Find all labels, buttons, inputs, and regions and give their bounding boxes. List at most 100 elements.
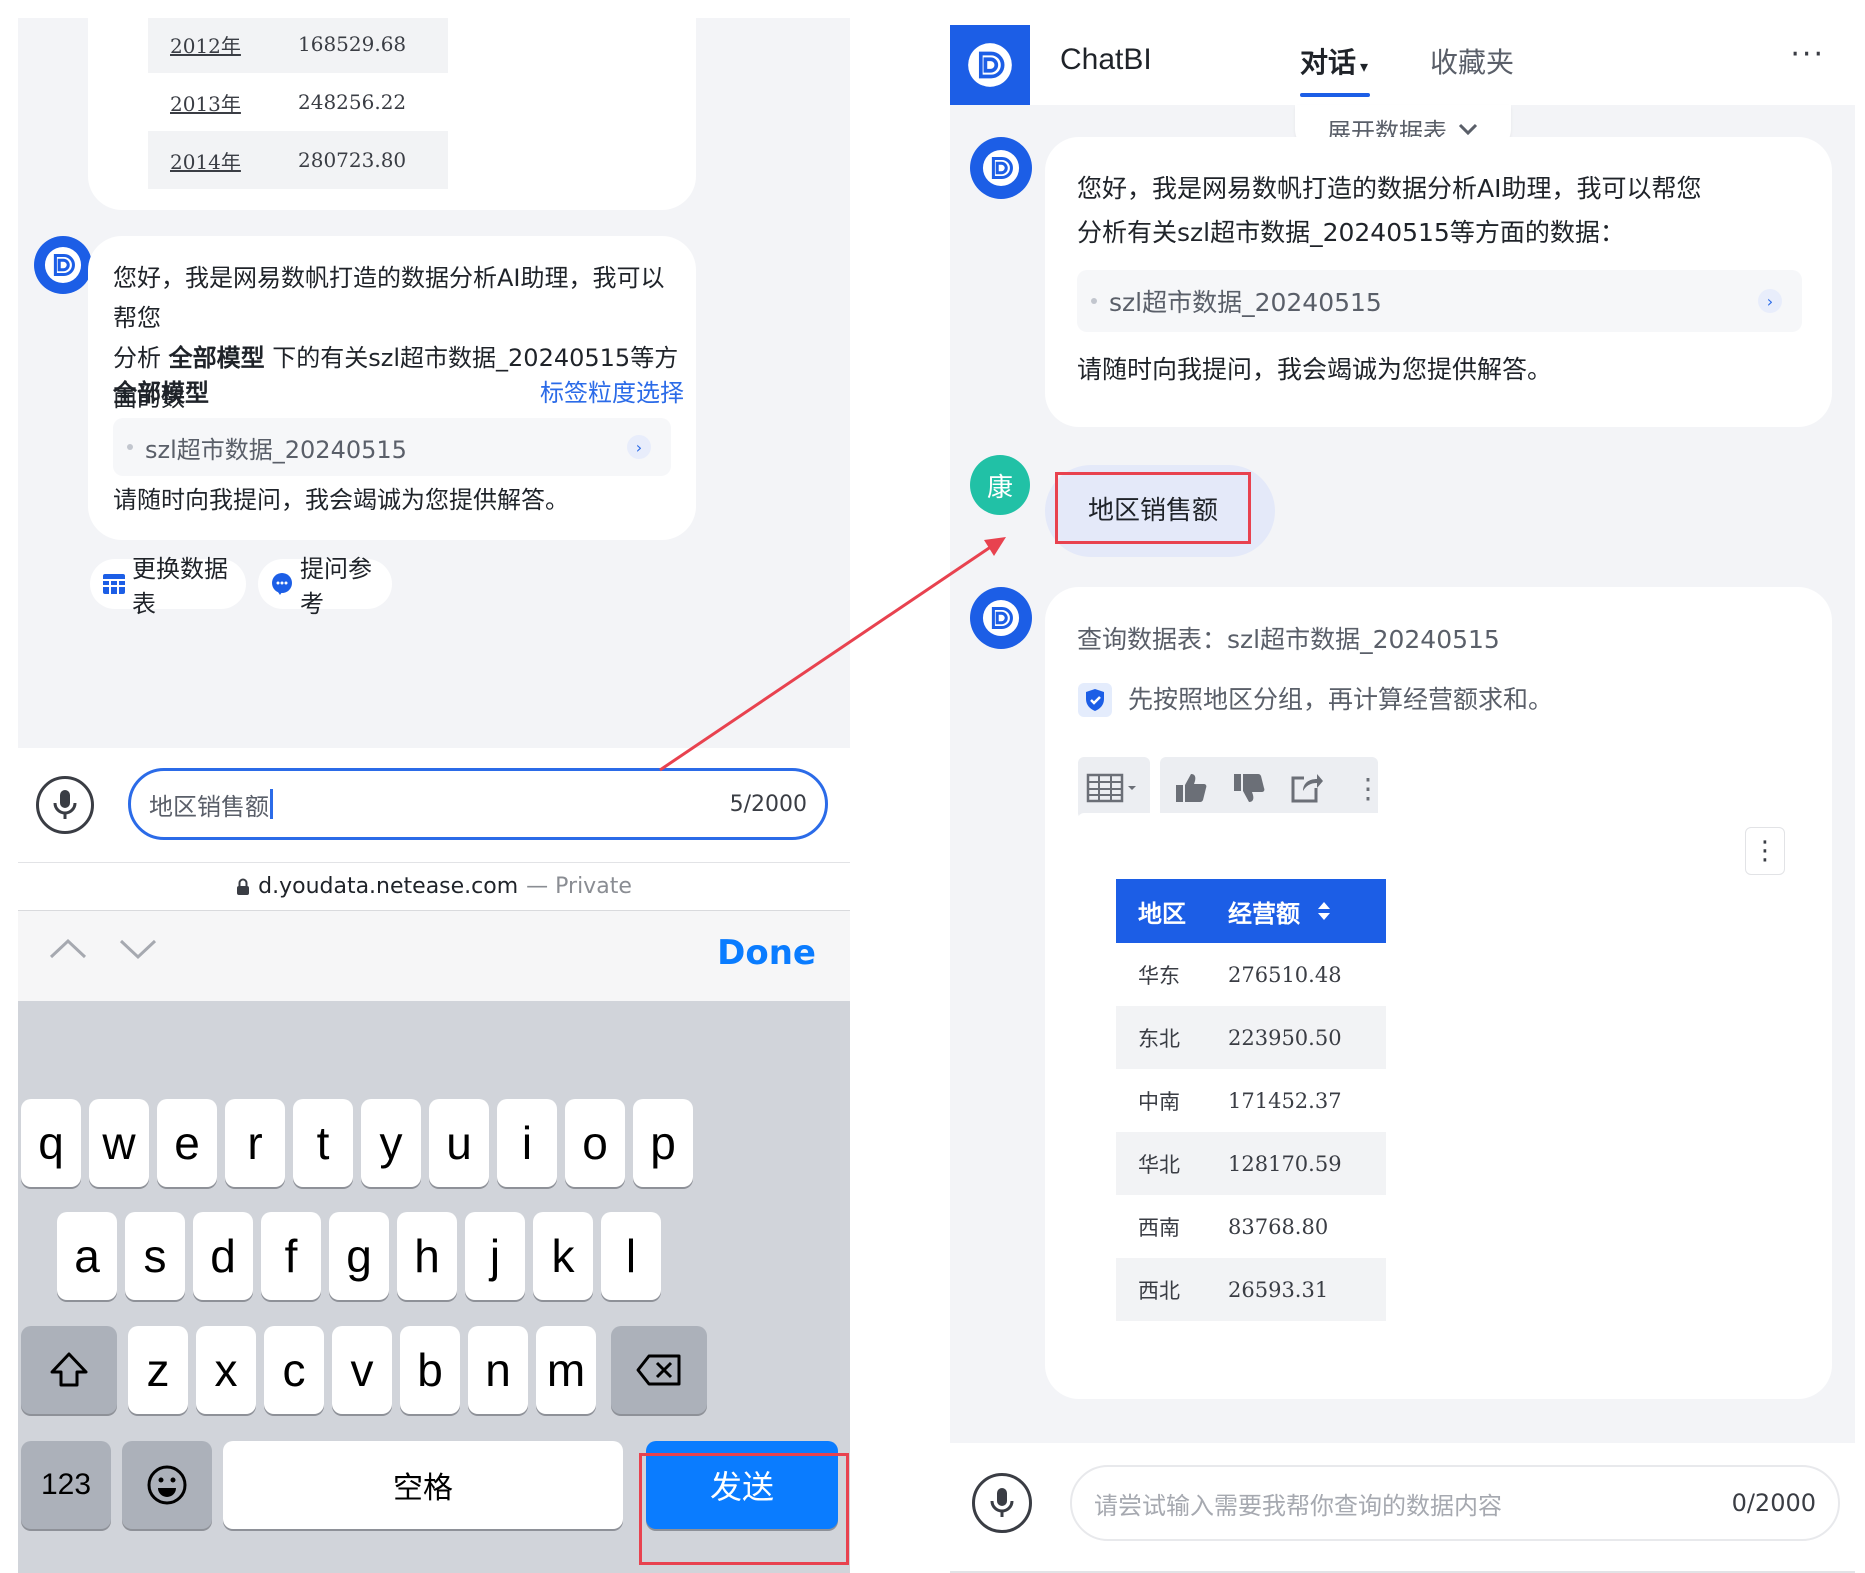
value-cell: 248256.22 [298,90,407,114]
key-w[interactable]: w [89,1099,149,1187]
app-logo-icon [968,43,1012,87]
key-b[interactable]: b [400,1326,460,1414]
value-cell: 280723.80 [298,148,407,172]
bot-logo-icon [44,246,82,284]
backspace-icon [636,1354,681,1386]
url-text: d.youdata.netease.com [258,874,519,899]
input-value: 地区销售额 [149,792,269,821]
thumbs-down-icon[interactable] [1232,772,1266,804]
key-h[interactable]: h [397,1212,457,1300]
key-e[interactable]: e [157,1099,217,1187]
key-m[interactable]: m [536,1326,596,1414]
tab-favorites[interactable]: 收藏夹 [1430,41,1514,81]
revenue-cell: 26593.31 [1228,1277,1329,1302]
query-explanation: 先按照地区分组，再计算经营额求和。 [1128,685,1554,714]
question-reference-button[interactable]: 提问参考 [258,555,392,618]
browser-url-bar[interactable]: d.youdata.netease.com — Private [18,863,850,911]
key-u[interactable]: u [429,1099,489,1187]
bullet-dot [127,444,133,450]
key-y[interactable]: y [361,1099,421,1187]
message-input-bar: 请尝试输入需要我帮你查询的数据内容 0/2000 [950,1443,1855,1573]
message-input[interactable]: 请尝试输入需要我帮你查询的数据内容 0/2000 [1070,1465,1840,1541]
region-cell: 西南 [1138,1215,1180,1240]
user-message: 地区销售额 [1055,472,1251,544]
column-header-label: 经营额 [1228,899,1300,928]
shift-key[interactable] [21,1326,117,1414]
table-row: 2014年 280723.80 [148,131,448,189]
year-table: 2012年 168529.68 2013年 248256.22 2014年 28… [148,18,448,189]
key-k[interactable]: k [533,1212,593,1300]
key-g[interactable]: g [329,1212,389,1300]
vertical-more-icon[interactable]: ⋮ [1354,772,1382,805]
key-d[interactable]: d [193,1212,253,1300]
region-cell: 华东 [1138,963,1180,988]
key-v[interactable]: v [332,1326,392,1414]
table-header: 地区 经营额 [1116,879,1386,943]
space-key[interactable]: 空格 [223,1441,623,1529]
char-counter: 5/2000 [729,791,807,817]
year-cell[interactable]: 2012年 [148,30,298,59]
emoji-key[interactable] [122,1441,212,1529]
key-r[interactable]: r [225,1099,285,1187]
key-o[interactable]: o [565,1099,625,1187]
bot-logo-icon [982,599,1020,637]
column-header-region[interactable]: 地区 [1116,894,1228,929]
key-l[interactable]: l [601,1212,661,1300]
revenue-cell: 128170.59 [1228,1151,1342,1176]
chart-type-toggle[interactable] [1078,757,1150,819]
bot-avatar [970,587,1032,649]
key-j[interactable]: j [465,1212,525,1300]
microphone-button[interactable] [972,1473,1032,1533]
revenue-cell: 83768.80 [1228,1214,1329,1239]
share-icon[interactable] [1290,772,1324,804]
key-q[interactable]: q [21,1099,81,1187]
key-x[interactable]: x [196,1326,256,1414]
chevron-down-icon[interactable] [118,937,158,965]
key-p[interactable]: p [633,1099,693,1187]
table-view-icon [1086,773,1136,803]
thumbs-up-icon[interactable] [1174,772,1208,804]
key-n[interactable]: n [468,1326,528,1414]
revenue-cell: 171452.37 [1228,1088,1342,1113]
message-input[interactable]: 地区销售额 5/2000 [128,768,828,840]
table-row: 西南 83768.80 [1116,1195,1386,1258]
chevron-right-icon: › [1758,289,1782,313]
app-logo [950,25,1030,105]
text-caret [270,789,273,819]
region-cell: 华北 [1138,1152,1180,1177]
change-table-button[interactable]: 更换数据表 [90,555,246,618]
year-cell[interactable]: 2013年 [148,88,298,117]
revenue-cell: 276510.48 [1228,962,1342,987]
key-c[interactable]: c [264,1326,324,1414]
backspace-key[interactable] [611,1326,707,1414]
key-t[interactable]: t [293,1099,353,1187]
app-title: ChatBI [1060,43,1152,76]
dataset-item[interactable]: szl超市数据_20240515 › [1077,270,1802,332]
result-panel: ⋮ 地区 经营额 华东 276510.48 东北 223950.50 中南 17145… [1078,813,1803,1369]
more-options-icon[interactable]: ··· [1790,37,1825,72]
shift-icon [50,1352,88,1387]
tab-chat[interactable]: 对话 ▾ [1300,41,1368,81]
message-input-bar: 地区销售额 5/2000 [18,748,850,863]
key-i[interactable]: i [497,1099,557,1187]
bullet-dot [1091,298,1097,304]
key-f[interactable]: f [261,1212,321,1300]
dataset-item[interactable]: szl超市数据_20240515 › [113,418,671,476]
table-row: 西北 26593.31 [1116,1258,1386,1321]
key-z[interactable]: z [128,1326,188,1414]
user-avatar: 康 [970,455,1030,515]
year-cell[interactable]: 2014年 [148,146,298,175]
chevron-up-icon[interactable] [48,937,88,965]
microphone-button[interactable] [36,776,94,834]
numbers-key[interactable]: 123 [21,1441,111,1529]
table-row: 2013年 248256.22 [148,73,448,131]
table-icon [102,573,126,595]
key-a[interactable]: a [57,1212,117,1300]
done-button[interactable]: Done [717,933,816,973]
result-more-button[interactable]: ⋮ [1745,827,1785,875]
key-s[interactable]: s [125,1212,185,1300]
column-header-revenue[interactable]: 经营额 [1228,894,1386,929]
sort-icon[interactable] [1316,900,1332,922]
label-granularity-link[interactable]: 标签粒度选择 [540,373,684,413]
greeting-prefix: 分析 [113,344,169,372]
